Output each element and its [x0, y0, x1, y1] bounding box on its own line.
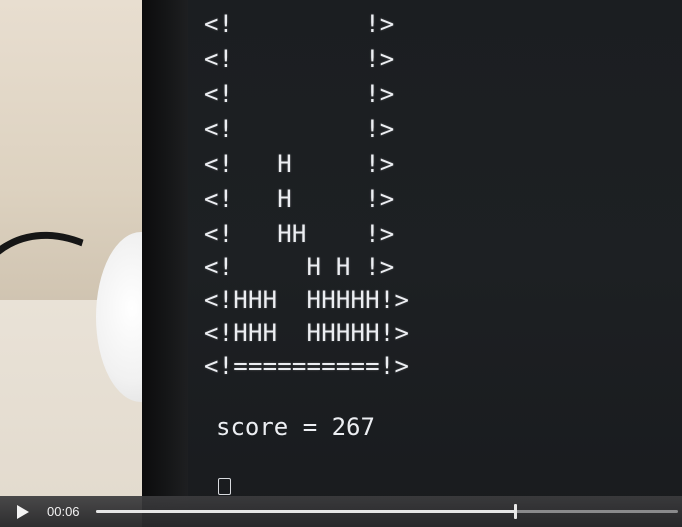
- board-row: <! H !>: [204, 150, 395, 178]
- progress-fill: [96, 510, 515, 513]
- play-button[interactable]: [12, 502, 32, 522]
- terminal-screen: <! !> <! !> <! !> <! !> <! H !> <! H !> …: [188, 0, 682, 527]
- board-row: <! !>: [204, 115, 395, 143]
- score-display: score = 267: [216, 413, 375, 441]
- board-floor: <!==========!>: [204, 352, 410, 380]
- board-row: <!HHH HHHHH!>: [204, 286, 410, 314]
- board-row: <!HHH HHHHH!>: [204, 319, 410, 347]
- board-row: <! HH !>: [204, 220, 395, 248]
- progress-bar[interactable]: [96, 504, 678, 519]
- board-row: <! !>: [204, 45, 395, 73]
- board-row: <! !>: [204, 10, 395, 38]
- terminal-cursor: [218, 478, 231, 495]
- monitor-bezel: [142, 0, 188, 527]
- board-row: <! H !>: [204, 185, 395, 213]
- progress-handle[interactable]: [514, 504, 517, 519]
- video-control-bar: 00:06: [0, 496, 682, 527]
- play-icon: [17, 505, 29, 519]
- video-frame: <! !> <! !> <! !> <! !> <! H !> <! H !> …: [0, 0, 682, 527]
- board-row: <! H H !>: [204, 253, 395, 281]
- current-time: 00:06: [47, 504, 80, 519]
- board-row: <! !>: [204, 80, 395, 108]
